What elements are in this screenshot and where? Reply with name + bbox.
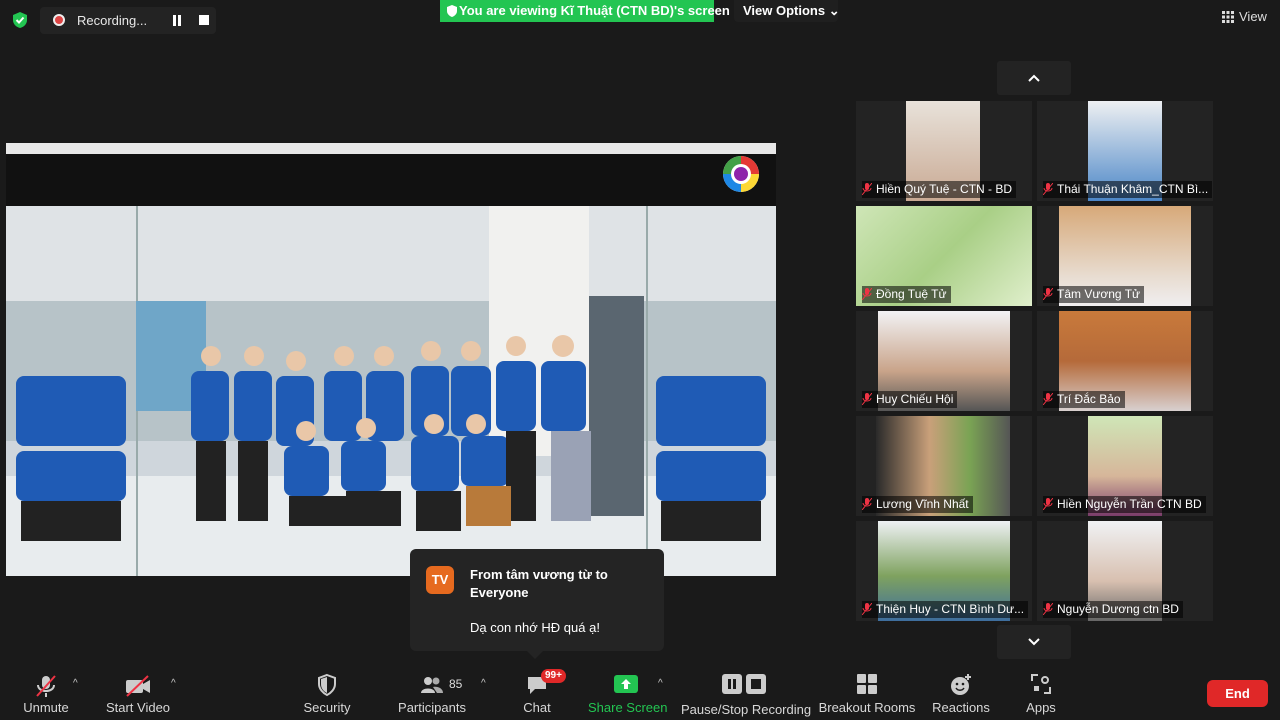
chevron-up-icon[interactable]: ^ (658, 678, 663, 689)
participants-button[interactable]: 85 Participants (395, 670, 469, 720)
participants-label: Participants (398, 700, 466, 715)
apps-label: Apps (1026, 700, 1056, 715)
group-photo (6, 206, 776, 576)
security-icon (318, 673, 336, 697)
chat-label: Chat (523, 700, 551, 715)
participant-tile[interactable]: Tâm Vương Tử (1037, 206, 1213, 306)
gallery-page-down-button[interactable] (997, 625, 1071, 659)
share-screen-label: Share Screen (588, 700, 668, 715)
gallery-page-up-button[interactable] (997, 61, 1071, 95)
mic-muted-icon (1043, 393, 1053, 405)
reactions-button[interactable]: Reactions (928, 670, 994, 720)
participant-name: Thiện Huy - CTN Bình Dư... (876, 602, 1025, 616)
record-icon (53, 14, 65, 26)
participant-name: Huy Chiếu Hội (876, 392, 954, 406)
apps-icon (1031, 674, 1051, 694)
participant-name: Trí Đắc Bảo (1057, 392, 1121, 406)
reactions-icon (951, 674, 971, 695)
participant-tile[interactable]: Huy Chiếu Hội (856, 311, 1032, 411)
participant-tile[interactable]: Đồng Tuệ Tử (856, 206, 1032, 306)
chevron-up-icon[interactable]: ^ (481, 678, 486, 689)
chat-message: Dạ con nhớ HĐ quá ạ! (470, 620, 600, 635)
mic-muted-icon (1043, 603, 1053, 615)
participants-icon (421, 677, 443, 693)
security-label: Security (303, 700, 351, 715)
recording-indicator: Recording... (40, 7, 216, 34)
chevron-up-icon[interactable]: ^ (73, 678, 78, 689)
chat-button[interactable]: 99+ Chat (512, 669, 566, 720)
stop-icon[interactable] (199, 15, 209, 25)
mic-muted-icon (1043, 498, 1053, 510)
shared-screen-top-strip (6, 143, 776, 154)
participant-name: Hiền Quý Tuệ - CTN - BD (876, 182, 1013, 196)
pause-stop-recording-label: Pause/Stop Recording (681, 702, 812, 717)
video-off-icon (126, 675, 150, 697)
participant-name: Tâm Vương Tử (1057, 287, 1141, 301)
share-screen-button[interactable]: Share Screen (588, 670, 668, 720)
viewing-text: You are viewing Kĩ Thuật (CTN BD)'s scre… (459, 3, 730, 18)
participant-tile[interactable]: Thái Thuận Khâm_CTN Bì... (1037, 101, 1213, 201)
mic-muted-icon (862, 603, 872, 615)
participant-name: Lương Vĩnh Nhất (876, 497, 969, 511)
security-shield-icon[interactable] (10, 10, 30, 30)
breakout-rooms-button[interactable]: Breakout Rooms (818, 670, 916, 720)
view-options-button[interactable]: View Options ⌄ (734, 0, 840, 22)
view-options-label: View Options ⌄ (743, 3, 840, 18)
participant-tile[interactable]: Nguyễn Dương ctn BD (1037, 521, 1213, 621)
view-button[interactable]: View (1216, 6, 1272, 30)
participant-tile[interactable]: Hiền Quý Tuệ - CTN - BD (856, 101, 1032, 201)
view-label: View (1239, 9, 1267, 24)
unmute-label: Unmute (23, 700, 69, 715)
apps-button[interactable]: Apps (1016, 670, 1066, 720)
chevron-up-icon (1028, 74, 1040, 82)
start-video-label: Start Video (105, 700, 171, 715)
share-screen-icon (614, 675, 638, 693)
participant-tile[interactable]: Trí Đắc Bảo (1037, 311, 1213, 411)
view-grid-icon (1222, 11, 1234, 23)
breakout-rooms-icon (857, 674, 877, 694)
participant-name: Hiền Nguyễn Trần CTN BD (1057, 497, 1202, 511)
chat-unread-badge: 99+ (541, 669, 566, 683)
recording-label: Recording... (77, 13, 148, 28)
mic-muted-icon (862, 183, 872, 195)
security-button[interactable]: Security (297, 670, 357, 720)
mic-muted-icon (1043, 183, 1053, 195)
chat-sender-avatar: TV (426, 566, 454, 594)
mic-muted-icon (862, 393, 872, 405)
unmute-button[interactable]: Unmute (14, 670, 78, 720)
participant-name: Thái Thuận Khâm_CTN Bì... (1057, 182, 1209, 196)
chevron-up-icon[interactable]: ^ (171, 678, 176, 689)
shared-screen[interactable] (6, 143, 776, 576)
reactions-label: Reactions (932, 700, 990, 715)
end-meeting-button[interactable]: End (1207, 680, 1268, 707)
pause-icon[interactable] (171, 15, 183, 26)
mic-muted-icon (862, 498, 872, 510)
shield-icon (447, 5, 457, 17)
organization-logo-icon (723, 156, 759, 192)
mic-muted-icon (36, 675, 56, 697)
pause-stop-recording-button[interactable]: Pause/Stop Recording (681, 670, 812, 720)
participant-tile[interactable]: Hiền Nguyễn Trần CTN BD (1037, 416, 1213, 516)
breakout-rooms-label: Breakout Rooms (818, 700, 916, 715)
chat-sender: From tâm vương từ to Everyone (470, 567, 608, 600)
end-label: End (1225, 686, 1250, 701)
start-video-button[interactable]: Start Video (104, 670, 172, 720)
mic-muted-icon (862, 288, 872, 300)
participant-tile[interactable]: Lương Vĩnh Nhất (856, 416, 1032, 516)
participants-count: 85 (449, 677, 463, 691)
participant-name: Nguyễn Dương ctn BD (1057, 602, 1179, 616)
chevron-down-icon (1028, 638, 1040, 646)
pause-recording-icon (722, 674, 766, 694)
viewing-banner: You are viewing Kĩ Thuật (CTN BD)'s scre… (440, 0, 730, 22)
chat-notification[interactable]: TV From tâm vương từ to Everyone Dạ con … (410, 549, 664, 659)
mic-muted-icon (1043, 288, 1053, 300)
participant-name: Đồng Tuệ Tử (876, 287, 947, 301)
participant-tile[interactable]: Thiện Huy - CTN Bình Dư... (856, 521, 1032, 621)
